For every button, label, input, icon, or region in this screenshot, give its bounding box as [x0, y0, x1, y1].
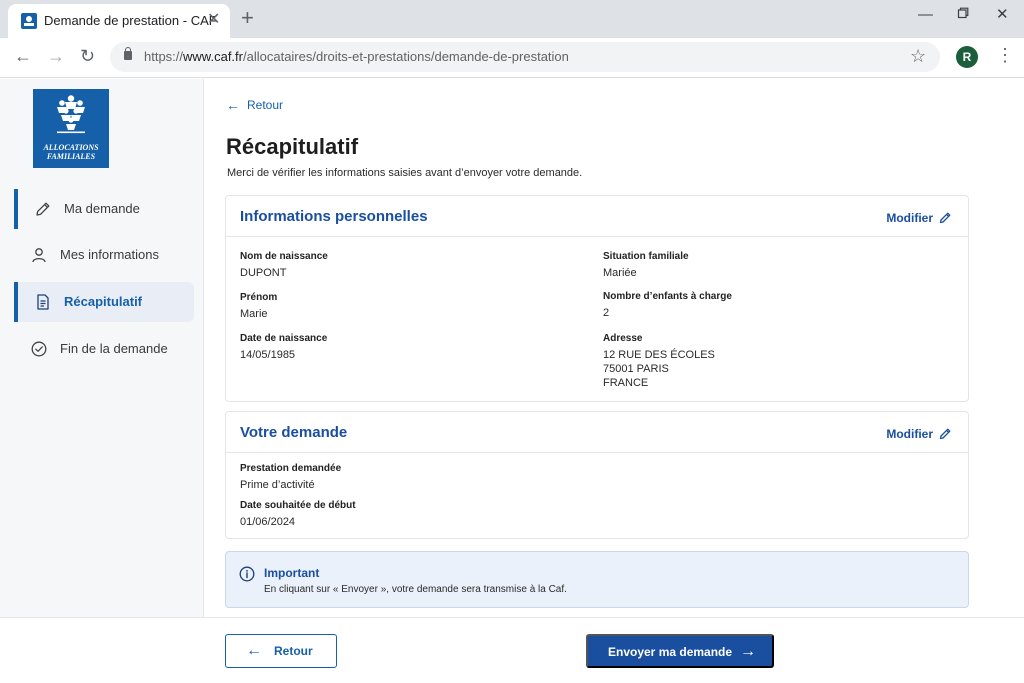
personal-info-card: Informations personnelles Modifier Nom d…: [225, 195, 969, 402]
back-icon[interactable]: ←: [14, 46, 32, 66]
families-emblem-icon: [57, 95, 85, 134]
caf-logo[interactable]: ALLOCATIONS FAMILIALES: [33, 89, 109, 168]
field-birth-date: Date de naissance 14/05/1985: [240, 333, 327, 362]
field-family-situation: Situation familiale Mariée: [603, 251, 689, 280]
field-label: Prénom: [240, 292, 278, 303]
page-subtitle: Merci de vérifier les informations saisi…: [227, 167, 583, 179]
minimize-icon[interactable]: —: [918, 6, 933, 24]
field-value: 2: [603, 307, 610, 319]
field-label: Date de naissance: [240, 333, 328, 344]
modify-label: Modifier: [886, 211, 933, 225]
field-label: Adresse: [603, 333, 643, 344]
back-button[interactable]: ← Retour: [225, 634, 337, 668]
field-label: Prestation demandée: [240, 463, 342, 474]
field-address: Adresse 12 RUE DES ÉCOLES 75001 PARIS FR…: [603, 333, 715, 390]
modify-label: Modifier: [886, 427, 933, 441]
sidebar-item-label: Fin de la demande: [60, 341, 168, 356]
restore-icon[interactable]: [957, 6, 969, 24]
field-label: Situation familiale: [603, 251, 689, 262]
sidebar: ALLOCATIONS FAMILIALES Ma demande Mes in…: [0, 79, 204, 617]
url-text: https://www.caf.fr/allocataires/droits-e…: [144, 49, 569, 64]
field-value: 14/05/1985: [240, 349, 296, 361]
field-value: DUPONT: [240, 267, 287, 279]
document-icon: [37, 294, 49, 310]
kebab-menu-icon[interactable]: ⋮: [996, 45, 1014, 65]
tab-title: Demande de prestation - CAF: [44, 13, 217, 28]
pencil-icon: [36, 202, 50, 216]
field-children-count: Nombre d’enfants à charge 2: [603, 291, 732, 320]
address-line: FRANCE: [603, 377, 649, 389]
arrow-right-icon: →: [740, 643, 756, 660]
sidebar-item-label: Ma demande: [64, 201, 140, 216]
profile-avatar[interactable]: R: [956, 46, 978, 68]
field-label: Date souhaitée de début: [240, 500, 356, 511]
card-header: Votre demande Modifier: [226, 412, 968, 453]
logo-text: ALLOCATIONS FAMILIALES: [43, 143, 99, 161]
tab-close-icon[interactable]: ✕: [207, 11, 220, 29]
arrow-left-icon: ←: [226, 97, 240, 113]
lock-icon: [124, 47, 132, 60]
browser-tab-bar: Demande de prestation - CAF ✕ + — ✕: [0, 0, 1024, 38]
reload-icon[interactable]: ↻: [80, 46, 95, 66]
sidebar-item-recapitulatif[interactable]: Récapitulatif: [14, 282, 194, 322]
browser-tab[interactable]: Demande de prestation - CAF ✕: [8, 4, 230, 38]
field-value: 01/06/2024: [240, 516, 296, 528]
user-icon: [32, 248, 46, 263]
field-benefit: Prestation demandée Prime d’activité: [240, 463, 341, 492]
back-link-label: Retour: [247, 98, 284, 112]
sidebar-item-label: Mes informations: [60, 247, 159, 262]
caf-favicon-icon: [21, 13, 37, 29]
modify-request-button[interactable]: Modifier: [886, 425, 952, 441]
new-tab-button[interactable]: +: [241, 7, 254, 29]
field-value: Marie: [240, 308, 268, 320]
submit-button-label: Envoyer ma demande: [608, 645, 733, 659]
close-window-icon[interactable]: ✕: [996, 6, 1009, 24]
address-line: 75001 PARIS: [603, 363, 669, 375]
card-title: Votre demande: [240, 424, 348, 441]
field-value: Prime d’activité: [240, 479, 315, 491]
field-label: Nombre d’enfants à charge: [603, 291, 732, 302]
request-card: Votre demande Modifier Prestation demand…: [225, 411, 969, 539]
star-icon[interactable]: ☆: [910, 45, 926, 67]
field-value: Mariée: [603, 267, 637, 279]
pencil-icon: [939, 428, 951, 440]
arrow-left-icon: ←: [246, 642, 262, 659]
notice-text: En cliquant sur « Envoyer », votre deman…: [264, 584, 567, 595]
card-title: Informations personnelles: [240, 208, 428, 225]
forward-icon[interactable]: →: [47, 46, 65, 66]
field-first-name: Prénom Marie: [240, 292, 277, 321]
field-start-date: Date souhaitée de début 01/06/2024: [240, 500, 356, 529]
modify-personal-button[interactable]: Modifier: [886, 209, 952, 225]
address-line: 12 RUE DES ÉCOLES: [603, 349, 715, 361]
important-notice: Important En cliquant sur « Envoyer », v…: [225, 551, 969, 608]
sidebar-item-fin-de-la-demande[interactable]: Fin de la demande: [14, 329, 194, 369]
submit-request-button[interactable]: Envoyer ma demande →: [586, 634, 774, 668]
browser-toolbar: ← → ↻ https://www.caf.fr/allocataires/dr…: [0, 38, 1024, 78]
page-title: Récapitulatif: [226, 134, 359, 159]
sidebar-item-label: Récapitulatif: [64, 294, 143, 309]
sidebar-item-ma-demande[interactable]: Ma demande: [14, 189, 194, 229]
field-birth-name: Nom de naissance DUPONT: [240, 251, 328, 280]
info-icon: [239, 566, 255, 582]
notice-title: Important: [264, 566, 320, 580]
field-label: Nom de naissance: [240, 251, 328, 262]
sidebar-item-mes-informations[interactable]: Mes informations: [14, 235, 194, 275]
pencil-icon: [939, 212, 951, 224]
footer-actions: ← Retour Envoyer ma demande →: [0, 617, 1024, 683]
back-button-label: Retour: [274, 644, 313, 658]
check-circle-icon: [31, 341, 47, 357]
address-bar[interactable]: https://www.caf.fr/allocataires/droits-e…: [110, 42, 940, 72]
card-header: Informations personnelles Modifier: [226, 196, 968, 237]
